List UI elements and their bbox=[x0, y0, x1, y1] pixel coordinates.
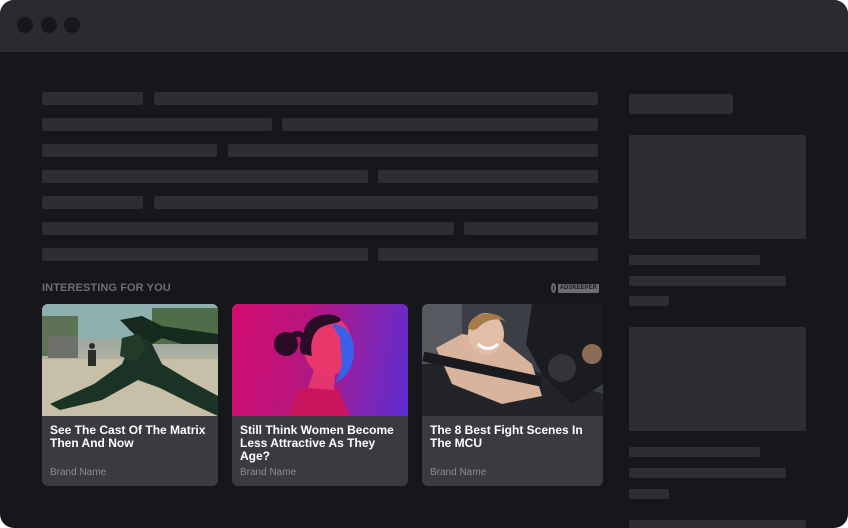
skeleton-line bbox=[42, 92, 143, 105]
card-brand[interactable]: Brand Name bbox=[50, 467, 106, 478]
skeleton-line bbox=[629, 489, 669, 499]
skeleton-line bbox=[378, 248, 598, 261]
skeleton-line bbox=[629, 447, 760, 457]
sidebar-image-placeholder bbox=[629, 135, 806, 239]
skeleton-line bbox=[629, 255, 760, 265]
card-brand[interactable]: Brand Name bbox=[430, 467, 486, 478]
sidebar-heading-placeholder bbox=[629, 94, 733, 114]
skeleton-line bbox=[42, 170, 368, 183]
browser-window: INTERESTING FOR YOU ADSKEEPER See The Ca… bbox=[0, 0, 848, 528]
portrait-illustration bbox=[274, 314, 354, 416]
card-title[interactable]: The 8 Best Fight Scenes In The MCU bbox=[430, 424, 595, 450]
adskeeper-logo[interactable]: ADSKEEPER bbox=[551, 282, 599, 294]
skeleton-line bbox=[154, 92, 598, 105]
sidebar-image-placeholder bbox=[629, 327, 806, 431]
skeleton-line bbox=[378, 170, 598, 183]
skeleton-line bbox=[42, 248, 368, 261]
skeleton-line bbox=[42, 222, 454, 235]
card-image[interactable] bbox=[232, 304, 408, 416]
skeleton-line bbox=[629, 296, 669, 306]
skeleton-line bbox=[464, 222, 598, 235]
recommendation-card[interactable]: The 8 Best Fight Scenes In The MCU Brand… bbox=[422, 304, 603, 486]
card-image[interactable] bbox=[42, 304, 218, 416]
maximize-dot[interactable] bbox=[64, 17, 80, 33]
skeleton-line bbox=[42, 196, 143, 209]
matrix-scene-illustration bbox=[42, 304, 218, 416]
section-label: INTERESTING FOR YOU bbox=[42, 282, 171, 294]
title-bar bbox=[0, 0, 848, 52]
recommendation-card[interactable]: Still Think Women Become Less Attractive… bbox=[232, 304, 408, 486]
card-image[interactable] bbox=[422, 304, 603, 416]
skeleton-line bbox=[42, 118, 272, 131]
skeleton-line bbox=[629, 468, 786, 478]
card-title[interactable]: Still Think Women Become Less Attractive… bbox=[240, 424, 400, 463]
skeleton-line bbox=[629, 276, 786, 286]
skeleton-line bbox=[282, 118, 598, 131]
skeleton-line bbox=[228, 144, 598, 157]
minimize-dot[interactable] bbox=[41, 17, 57, 33]
card-brand[interactable]: Brand Name bbox=[240, 467, 296, 478]
card-title[interactable]: See The Cast Of The Matrix Then And Now bbox=[50, 424, 210, 450]
key-icon bbox=[551, 283, 556, 293]
skeleton-line bbox=[154, 196, 598, 209]
brand-logo-text: ADSKEEPER bbox=[557, 283, 599, 293]
skeleton-line bbox=[42, 144, 217, 157]
recommendation-card[interactable]: See The Cast Of The Matrix Then And Now … bbox=[42, 304, 218, 486]
close-dot[interactable] bbox=[17, 17, 33, 33]
fight-scene-illustration bbox=[422, 304, 603, 416]
skeleton-line bbox=[629, 520, 806, 528]
